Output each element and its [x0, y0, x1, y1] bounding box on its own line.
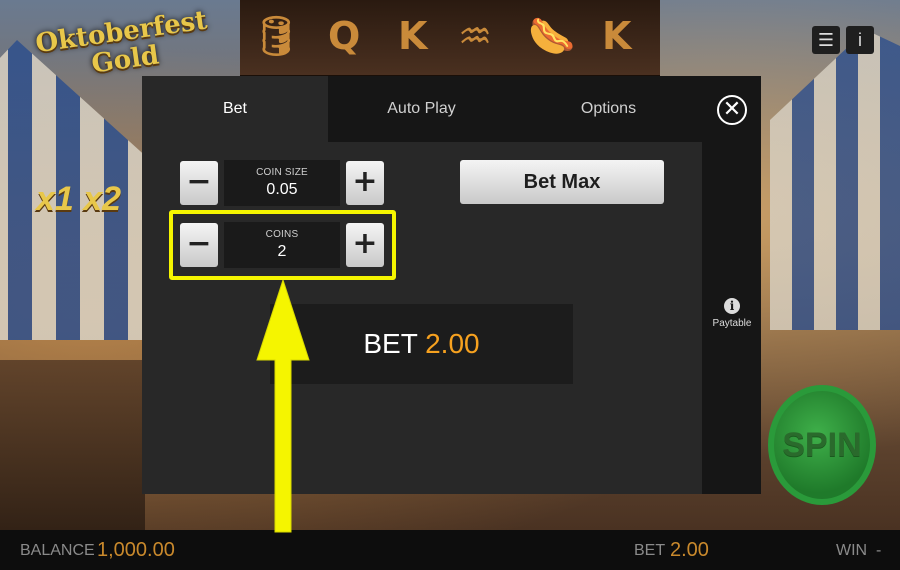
bet-settings-panel: Bet Auto Play Options ✕ i Paytable − COI…: [142, 76, 761, 494]
reel-symbol: 🛢: [252, 14, 301, 58]
coin-size-value: 0.05: [266, 181, 298, 198]
coin-size-caption: COIN SIZE: [256, 167, 308, 178]
balance-label: BALANCE: [20, 542, 95, 559]
info-circle-icon: i: [724, 298, 740, 314]
reel-symbol: ♒: [458, 14, 493, 58]
tab-bet[interactable]: Bet: [142, 76, 328, 142]
total-bet-amount: 2.00: [425, 328, 480, 359]
paytable-label: Paytable: [712, 318, 752, 329]
info-icon[interactable]: i: [846, 26, 874, 54]
bet-value: 2.00: [670, 539, 709, 561]
bet-max-button[interactable]: Bet Max: [460, 160, 664, 204]
reel-strip: 🛢 Q K ♒ 🌭 K: [240, 0, 660, 78]
spin-button[interactable]: SPIN: [768, 385, 876, 505]
reel-symbol: 🌭: [528, 14, 576, 58]
reel-symbol: K: [602, 14, 632, 58]
bet-label: BET: [634, 542, 666, 559]
spin-label: SPIN: [782, 425, 862, 464]
close-icon: ✕: [722, 96, 742, 121]
tent-right-decoration: [770, 30, 900, 330]
menu-icon[interactable]: ☰: [812, 26, 840, 54]
coin-size-stepper: − COIN SIZE 0.05 +: [180, 160, 384, 206]
tab-bar: Bet Auto Play Options: [142, 76, 702, 142]
paytable-button[interactable]: i Paytable: [710, 298, 754, 329]
coin-size-increase-button[interactable]: +: [346, 161, 384, 205]
top-icons: ☰ i: [812, 26, 874, 54]
coins-highlight-box: [169, 210, 396, 280]
multiplier-indicators: x1 x2: [36, 180, 122, 218]
close-button[interactable]: ✕: [717, 95, 747, 125]
balance-value: 1,000.00: [97, 539, 175, 561]
reel-symbol: K: [398, 14, 428, 58]
tab-auto-play[interactable]: Auto Play: [328, 76, 515, 142]
annotation-arrow-icon: [256, 280, 310, 533]
coin-size-decrease-button[interactable]: −: [180, 161, 218, 205]
total-bet-display: BET 2.00: [270, 304, 573, 384]
crowd-decoration: [0, 360, 145, 530]
reel-symbol: Q: [328, 14, 361, 58]
win-label: WIN: [836, 542, 868, 559]
bottom-bar: BALANCE 1,000.00 BET 2.00 WIN -: [0, 530, 900, 570]
tab-options[interactable]: Options: [515, 76, 702, 142]
coin-size-display: COIN SIZE 0.05: [224, 160, 340, 206]
total-bet-label: BET: [363, 328, 426, 359]
win-value: -: [876, 542, 882, 559]
